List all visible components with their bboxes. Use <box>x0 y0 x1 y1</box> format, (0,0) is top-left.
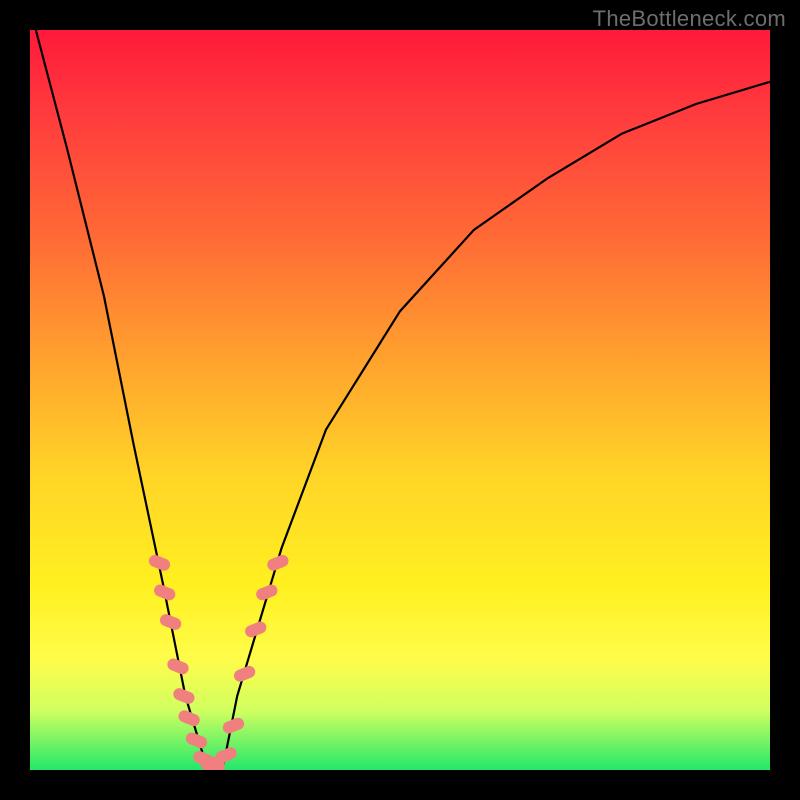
data-point <box>158 612 183 631</box>
data-point <box>152 583 177 602</box>
chart-svg <box>30 30 770 770</box>
data-point <box>232 664 257 683</box>
chart-frame: TheBottleneck.com <box>0 0 800 800</box>
curve-layer <box>30 30 770 770</box>
data-point <box>265 553 290 572</box>
plot-area <box>30 30 770 770</box>
watermark-text: TheBottleneck.com <box>593 6 786 32</box>
bottleneck-curve <box>30 30 770 770</box>
data-points-layer <box>147 553 290 770</box>
